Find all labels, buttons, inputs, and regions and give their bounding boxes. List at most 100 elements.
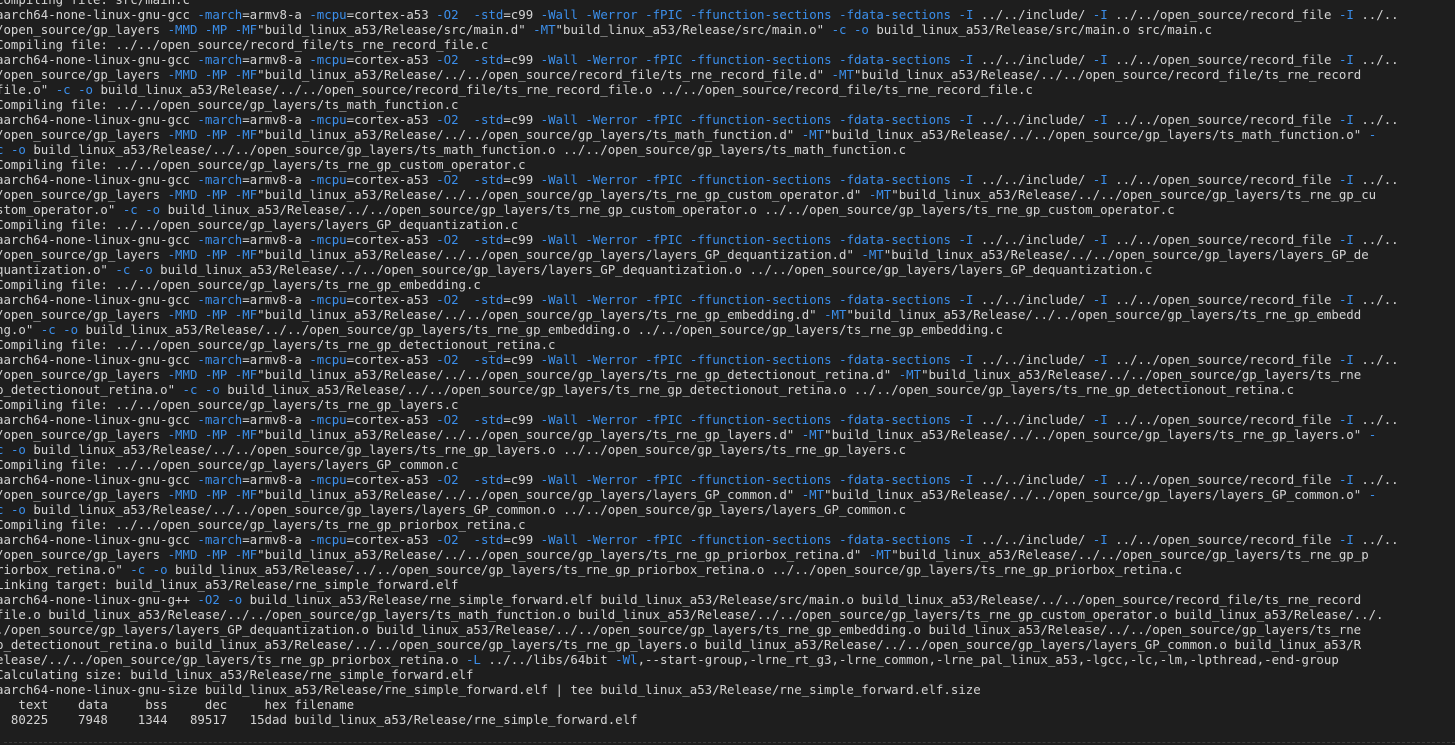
compiler-flag: -MP: [204, 367, 228, 382]
output-text: ../../open_source/record_file: [1107, 7, 1339, 22]
compiler-flag: -march: [197, 292, 243, 307]
compiler-flag: -fPIC: [645, 52, 683, 67]
output-text: aarch64-none-linux-gnu-gcc: [0, 112, 198, 127]
compiler-flag: -O2: [436, 172, 459, 187]
compiler-flag: -MT: [801, 487, 825, 502]
compiler-flag: -c: [40, 322, 56, 337]
compiler-flag: -Werror: [585, 7, 638, 22]
compiler-flag: -march: [197, 172, 243, 187]
terminal-line: Linking target: build_linux_a53/Release/…: [0, 577, 1455, 592]
output-text: p_detectionout_retina.o build_linux_a53/…: [0, 637, 1362, 652]
compiler-flag: -MMD: [167, 22, 198, 37]
compiler-flag: -MT: [824, 307, 847, 322]
compiler-flag: -MP: [204, 487, 228, 502]
compiler-flag: -I: [1338, 352, 1354, 367]
compiler-flag: -ffunction-sections: [689, 352, 832, 367]
compiler-flag: -mcpu: [309, 292, 347, 307]
compiler-flag: -std: [473, 7, 504, 22]
output-text: =armv8-a: [242, 7, 310, 22]
compiler-flag: -MMD: [167, 67, 198, 82]
compiler-flag: -o: [10, 502, 26, 517]
output-text: ../../include/: [973, 232, 1093, 247]
output-text: =c99: [503, 7, 541, 22]
output-text: ./open_source/gp_layers/layers_GP_dequan…: [0, 622, 1362, 637]
output-text: =armv8-a: [242, 352, 310, 367]
compiler-flag: -MF: [234, 487, 258, 502]
terminal-line: /open_source/gp_layers -MMD -MP -MF"buil…: [0, 427, 1455, 442]
output-text: aarch64-none-linux-gnu-gcc: [0, 52, 198, 67]
compiler-flag: -I: [1092, 532, 1108, 547]
compiler-flag: -MT: [801, 127, 825, 142]
output-text: ../../include/: [973, 172, 1093, 187]
terminal-line: /open_source/gp_layers -MMD -MP -MF"buil…: [0, 187, 1455, 202]
compiler-flag: -O2: [436, 7, 459, 22]
compiler-flag: -I: [958, 352, 974, 367]
terminal-line: ng.o" -c -o build_linux_a53/Release/../.…: [0, 322, 1455, 337]
output-text: ../../open_source/record_file: [1107, 292, 1339, 307]
terminal-line: /open_source/gp_layers -MMD -MP -MF"buil…: [0, 67, 1455, 82]
compiler-flag: -mcpu: [309, 52, 347, 67]
output-text: ../../open_source/record_file: [1107, 412, 1339, 427]
terminal-line: aarch64-none-linux-gnu-gcc -march=armv8-…: [0, 472, 1455, 487]
compiler-flag: -O2: [436, 112, 459, 127]
compiler-flag: -I: [1092, 472, 1108, 487]
output-text: Compiling file: ../../open_source/gp_lay…: [0, 517, 526, 532]
output-text: ../../include/: [973, 7, 1093, 22]
output-text: "build_linux_a53/Release/../../open_sour…: [824, 427, 1369, 442]
output-text: "build_linux_a53/Release/../../open_sour…: [853, 67, 1362, 82]
compiler-flag: -MT: [533, 22, 556, 37]
compiler-flag: -I: [1338, 172, 1354, 187]
terminal-line: aarch64-none-linux-gnu-gcc -march=armv8-…: [0, 232, 1455, 247]
terminal-line: aarch64-none-linux-gnu-gcc -march=armv8-…: [0, 292, 1455, 307]
terminal-line: Compiling file: ../../open_source/gp_lay…: [0, 517, 1455, 532]
compiler-flag: -Wall: [540, 52, 578, 67]
compiler-flag: -MP: [204, 67, 228, 82]
output-text: /open_source/gp_layers: [0, 547, 168, 562]
compiler-flag: -march: [197, 7, 243, 22]
output-text: =cortex-a53: [346, 412, 437, 427]
compiler-flag: -mcpu: [309, 232, 347, 247]
compiler-flag: -Wall: [540, 112, 578, 127]
compiler-flag: -mcpu: [309, 532, 347, 547]
compiler-flag: -Wall: [540, 232, 578, 247]
compiler-flag: -fPIC: [645, 7, 683, 22]
compiler-flag: -I: [1338, 472, 1354, 487]
compiler-flag: -I: [1092, 7, 1108, 22]
terminal-line: /open_source/gp_layers -MMD -MP -MF"buil…: [0, 307, 1455, 322]
compiler-flag: -Wl: [615, 652, 638, 667]
terminal-line: Compiling file: ../../open_source/gp_lay…: [0, 397, 1455, 412]
compiler-flag: -I: [958, 232, 974, 247]
terminal-output[interactable]: Compiling file: src/main.caarch64-none-l…: [0, 0, 1455, 745]
compiler-flag: -fPIC: [645, 472, 683, 487]
compiler-flag: -Wall: [540, 472, 578, 487]
compiler-flag: -ffunction-sections: [689, 7, 832, 22]
output-text: ng.o": [0, 322, 41, 337]
compiler-flag: -O2: [197, 592, 220, 607]
compiler-flag: -I: [1092, 292, 1108, 307]
terminal-line: elease/../../open_source/gp_layers/ts_rn…: [0, 652, 1455, 667]
terminal-line: Compiling file: ../../open_source/gp_lay…: [0, 277, 1455, 292]
terminal-line: aarch64-none-linux-gnu-gcc -march=armv8-…: [0, 52, 1455, 67]
output-text: =c99: [503, 352, 541, 367]
compiler-flag: -MMD: [167, 427, 198, 442]
terminal-line: stom_operator.o" -c -o build_linux_a53/R…: [0, 202, 1455, 217]
output-text: build_linux_a53/Release/src/main.o src/m…: [868, 22, 1213, 37]
output-text: =cortex-a53: [346, 7, 437, 22]
compiler-flag: -: [1368, 487, 1377, 502]
